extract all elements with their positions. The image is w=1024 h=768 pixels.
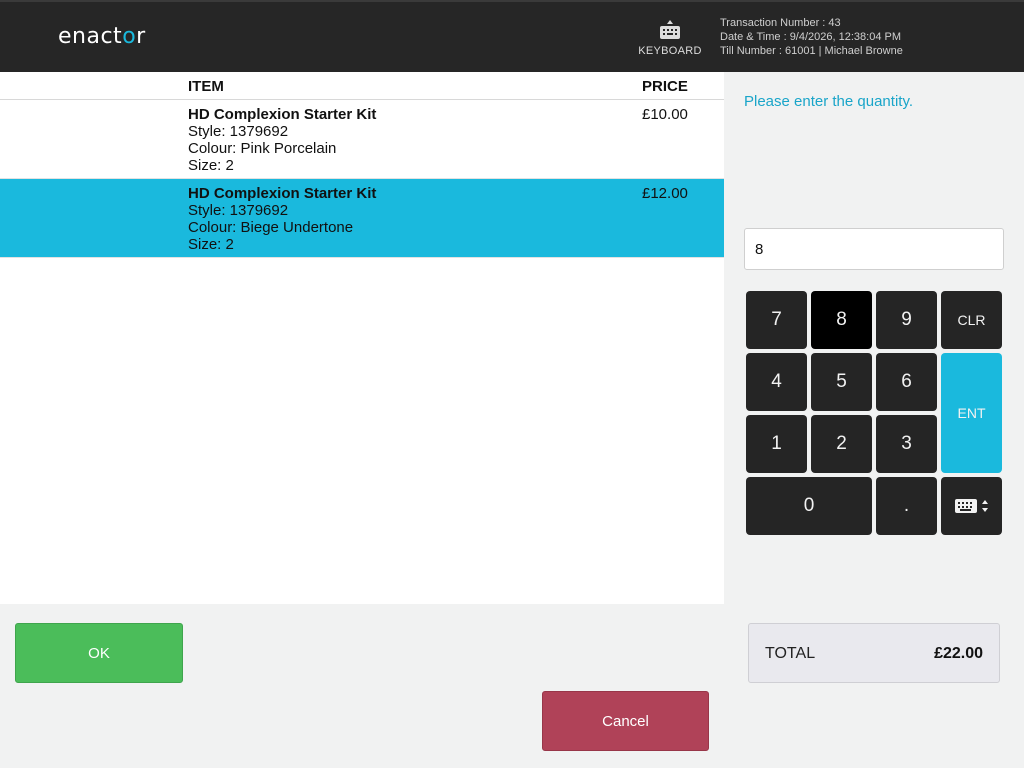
list-item[interactable]: HD Complexion Starter Kit Style: 1379692… [0,100,724,179]
keyboard-label: KEYBOARD [638,45,702,57]
column-header-price: PRICE [642,78,688,95]
item-style: Style: 1379692 [188,123,289,140]
transaction-info: Transaction Number : 43 Date & Time : 9/… [720,16,903,58]
key-0[interactable]: 0 [746,477,872,535]
quantity-prompt: Please enter the quantity. [744,93,913,110]
item-name: HD Complexion Starter Kit [188,185,377,202]
item-size: Size: 2 [188,236,234,253]
enter-button[interactable]: ENT [941,353,1002,473]
total-label: TOTAL [765,645,816,662]
item-list: ITEM PRICE HD Complexion Starter Kit Sty… [0,72,724,604]
item-size: Size: 2 [188,157,234,174]
date-time: Date & Time : 9/4/2026, 12:38:04 PM [720,31,901,43]
item-colour: Colour: Biege Undertone [188,219,354,236]
total-box: TOTAL £22.00 [748,623,1000,683]
keyboard-toggle-button[interactable] [941,477,1002,535]
key-9[interactable]: 9 [876,291,937,349]
keyboard-icon [660,20,680,39]
total-value: £22.00 [934,645,983,662]
list-item-selected[interactable]: HD Complexion Starter Kit Style: 1379692… [0,179,724,258]
cancel-button[interactable]: Cancel [542,691,709,751]
item-style: Style: 1379692 [188,202,289,219]
key-6[interactable]: 6 [876,353,937,411]
till-user: Till Number : 61001 | Michael Browne [720,45,903,57]
keyboard-button[interactable]: KEYBOARD [634,20,706,64]
item-colour: Colour: Pink Porcelain [188,140,337,157]
item-name: HD Complexion Starter Kit [188,106,377,123]
key-4[interactable]: 4 [746,353,807,411]
ok-button[interactable]: OK [15,623,183,683]
app-header: enactor KEYBOARD Transaction Number : 43… [0,0,1024,72]
transaction-number: Transaction Number : 43 [720,17,841,29]
quantity-input[interactable] [744,228,1004,270]
item-description: HD Complexion Starter Kit Style: 1379692… [188,185,376,253]
keyboard-toggle-icon [954,499,988,513]
item-description: HD Complexion Starter Kit Style: 1379692… [188,106,376,174]
column-header-item: ITEM [188,78,224,95]
list-header: ITEM PRICE [0,72,724,100]
key-5[interactable]: 5 [811,353,872,411]
key-7[interactable]: 7 [746,291,807,349]
key-8[interactable]: 8 [811,291,872,349]
item-price: £10.00 [642,106,688,123]
enactor-logo: enactor [58,24,146,49]
key-2[interactable]: 2 [811,415,872,473]
key-decimal[interactable]: . [876,477,937,535]
key-1[interactable]: 1 [746,415,807,473]
item-price: £12.00 [642,185,688,202]
key-3[interactable]: 3 [876,415,937,473]
clear-button[interactable]: CLR [941,291,1002,349]
